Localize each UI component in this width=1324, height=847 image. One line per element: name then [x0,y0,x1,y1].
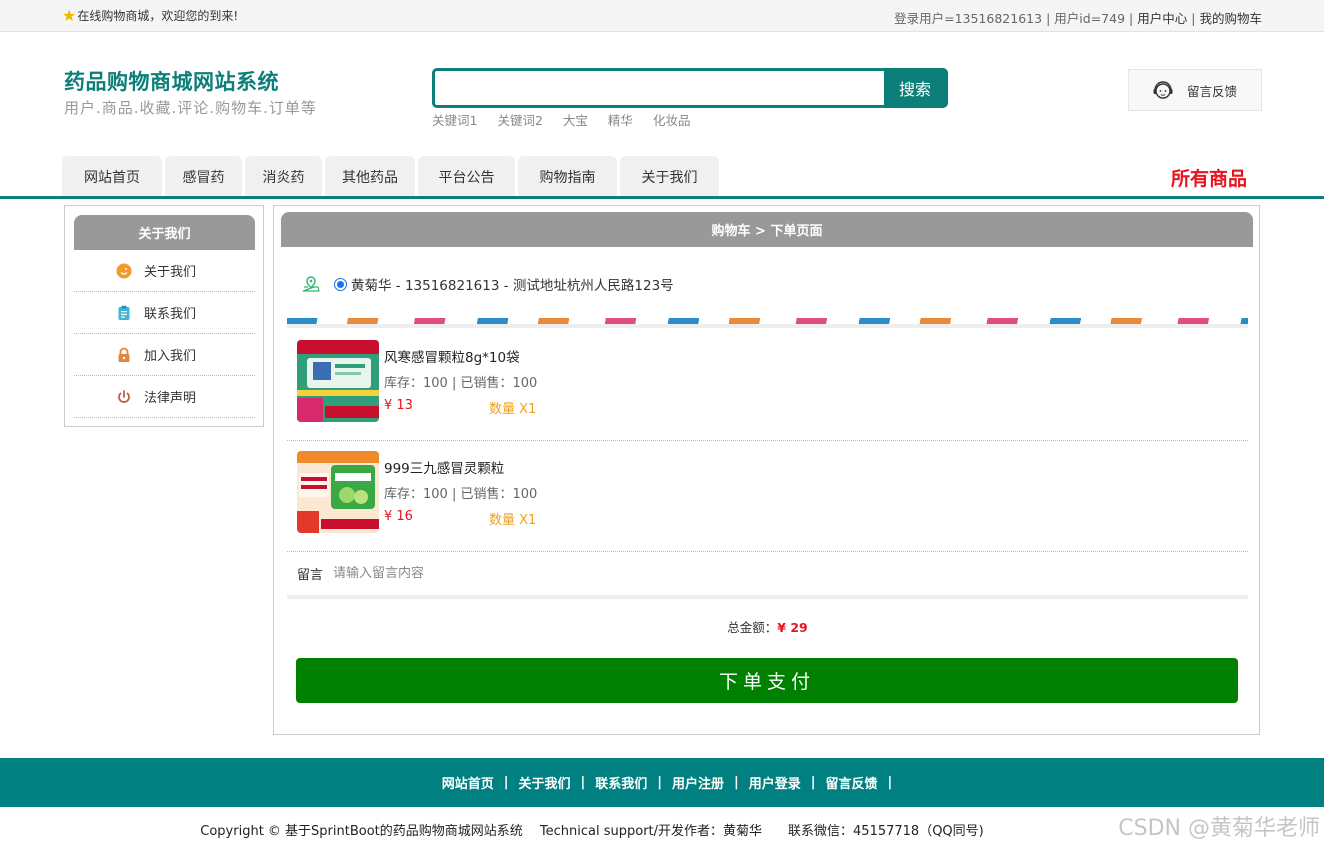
product-price: ¥ 13 [384,398,413,413]
sidebar-item-legal[interactable]: 法律声明 [74,376,255,418]
customer-service-icon [1153,81,1173,99]
message-label: 留言 [297,567,324,583]
total-row: 总金额：¥ 29 [274,617,1261,636]
place-order-pay-button[interactable]: 下单支付 [296,658,1238,703]
product-quantity: 数量 X1 [489,402,537,417]
watermark: CSDN @黄菊华老师 [1118,816,1320,841]
cart-item: 风寒感冒颗粒8g*10袋 库存：100 | 已销售：100 ¥ 13 数量 X1 [287,330,1248,441]
nav-tab-other-medicine[interactable]: 其他药品 [325,156,415,197]
sidebar-item-about-us[interactable]: 关于我们 [74,250,255,292]
product-name[interactable]: 999三九感冒灵颗粒 [384,457,504,477]
nav-divider [0,196,1324,199]
product-name[interactable]: 风寒感冒颗粒8g*10袋 [384,346,520,366]
product-stock: 库存：100 | 已销售：100 [384,376,538,391]
order-panel: 购物车 > 下单页面 黄菊华 - 13516821613 - 测试地址杭州人民路… [273,205,1260,735]
sidebar-title: 关于我们 [74,215,255,250]
user-links: 登录用户=13516821613 | 用户id=749 | 用户中心 | 我的购物车 [894,11,1262,26]
total-amount: ¥ 29 [777,620,808,635]
product-image[interactable] [297,340,379,422]
nav-tab-announcements[interactable]: 平台公告 [418,156,515,197]
keyword-link[interactable]: 精华 [608,110,633,129]
footer-link-about[interactable]: 关于我们 [518,773,570,792]
smile-icon [116,263,132,278]
breadcrumb: 购物车 > 下单页面 [281,212,1253,247]
sidebar-item-label: 联系我们 [144,307,197,322]
envelope-stripe-divider [287,318,1248,328]
search-keywords: 关键词1 关键词2 大宝 精华 化妆品 [432,110,690,129]
keyword-link[interactable]: 关键词1 [432,110,477,129]
nav-tab-home[interactable]: 网站首页 [62,156,162,197]
sidebar-item-label: 法律声明 [144,391,197,406]
message-row: 留言 [287,551,1248,599]
welcome-label: 在线购物商城，欢迎您的到来! [77,9,239,23]
site-title[interactable]: 药品购物商城网站系统 [64,66,279,96]
product-image[interactable] [297,451,379,533]
feedback-label: 留言反馈 [1187,83,1238,99]
footer-link-register[interactable]: 用户注册 [672,773,724,792]
sidebar-item-join-us[interactable]: 加入我们 [74,334,255,376]
nav-tab-about-us[interactable]: 关于我们 [620,156,719,197]
star-icon: ★ [62,5,77,25]
address-row[interactable]: 黄菊华 - 13516821613 - 测试地址杭州人民路123号 [302,274,674,294]
footer-link-contact[interactable]: 联系我们 [595,773,647,792]
nav-tab-cold-medicine[interactable]: 感冒药 [165,156,242,197]
sidebar-item-contact-us[interactable]: 联系我们 [74,292,255,334]
product-stock: 库存：100 | 已销售：100 [384,487,538,502]
search-button[interactable]: 搜索 [884,70,946,106]
address-radio[interactable] [334,277,347,291]
address-text: 黄菊华 - 13516821613 - 测试地址杭州人民路123号 [351,278,674,294]
sidebar-item-label: 加入我们 [144,349,197,364]
all-goods-link[interactable]: 所有商品 [1171,164,1247,191]
footer-nav: 网站首页 | 关于我们 | 联系我们 | 用户注册 | 用户登录 | 留言反馈 | [0,758,1324,807]
lock-icon [118,347,130,362]
user-center-link[interactable]: 用户中心 [1137,11,1187,26]
nav-tab-shopping-guide[interactable]: 购物指南 [518,156,617,197]
keyword-link[interactable]: 关键词2 [497,110,542,129]
my-cart-link[interactable]: 我的购物车 [1199,11,1262,26]
site-subtitle: 用户.商品.收藏.评论.购物车.订单等 [64,99,317,117]
sidebar-item-label: 关于我们 [144,265,197,280]
search-box: 搜索 [432,68,948,108]
welcome-text: ★ 在线购物商城，欢迎您的到来! [62,7,238,24]
nav-tab-anti-inflammatory[interactable]: 消炎药 [245,156,322,197]
user-id-text: 用户id=749 [1054,11,1126,26]
feedback-button[interactable]: 留言反馈 [1128,69,1262,111]
login-user-text: 登录用户=13516821613 [894,11,1043,26]
cart-item: 999三九感冒灵颗粒 库存：100 | 已销售：100 ¥ 16 数量 X1 [287,441,1248,552]
footer-link-login[interactable]: 用户登录 [749,773,801,792]
sidebar: 关于我们 关于我们 联系我们 加入我们 法律声明 [64,205,264,427]
footer-link-home[interactable]: 网站首页 [442,773,494,792]
product-price: ¥ 16 [384,509,413,524]
keyword-link[interactable]: 大宝 [563,110,588,129]
search-input[interactable] [435,71,887,105]
clipboard-icon [118,305,130,320]
power-icon [118,389,130,403]
top-bar: ★ 在线购物商城，欢迎您的到来! 登录用户=13516821613 | 用户id=7… [0,0,1324,32]
location-pin-icon [302,276,320,292]
main-nav: 网站首页 感冒药 消炎药 其他药品 平台公告 购物指南 关于我们 [62,156,719,197]
footer-link-feedback[interactable]: 留言反馈 [826,773,878,792]
product-quantity: 数量 X1 [489,513,537,528]
message-input[interactable] [333,565,934,581]
keyword-link[interactable]: 化妆品 [653,110,691,129]
total-label: 总金额： [727,620,778,635]
